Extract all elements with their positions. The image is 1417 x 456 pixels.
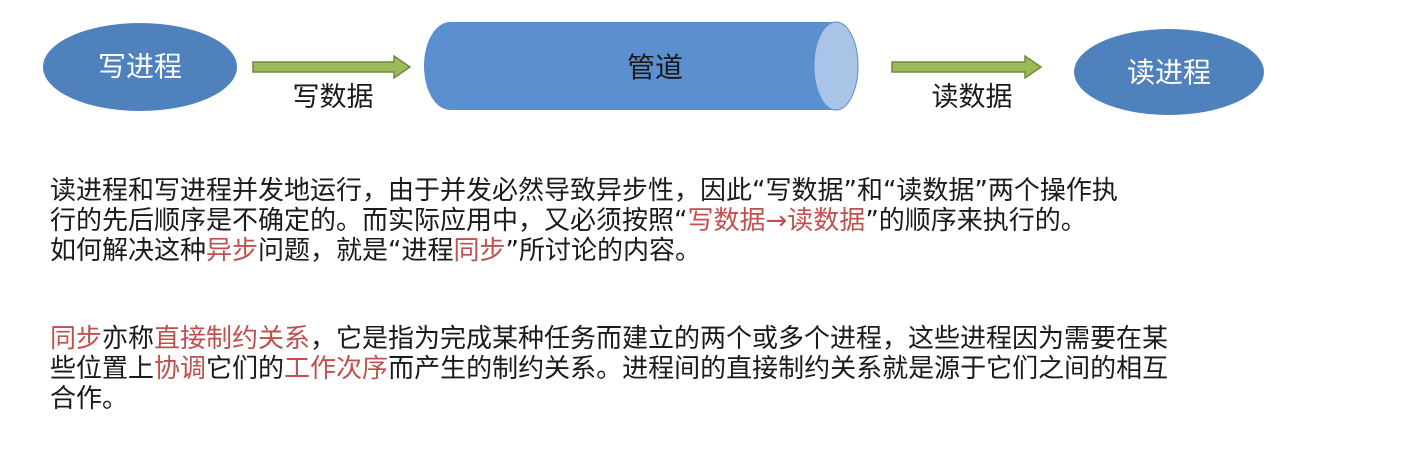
highlight-sync: 同步 (453, 236, 506, 266)
highlight-async: 异步 (206, 236, 259, 266)
highlight-work-order: 工作次序 (284, 354, 389, 384)
highlight-coordinate: 协调 (154, 354, 207, 384)
paragraph-sync-definition: 同步亦称直接制约关系，它是指为完成某种任务而建立的两个或多个进程，这些进程因为需… (50, 324, 1169, 414)
highlight-read-data: 读数据 (787, 206, 866, 236)
arrow-glyph: → (765, 206, 788, 236)
pipe-communication-diagram: 写进程 写数据 管道 读数据 读进程 (43, 21, 1264, 115)
paragraph1-line3: 如何解决这种异步问题，就是“进程同步”所讨论的内容。 (50, 236, 702, 266)
paragraph1-line2: 行的先后顺序是不确定的。而实际应用中，又必须按照“写数据→读数据”的顺序来执行的… (50, 206, 1087, 236)
read-data-label: 读数据 (932, 82, 1013, 113)
write-data-label: 写数据 (293, 82, 374, 113)
pipe-label: 管道 (627, 51, 683, 84)
highlight-write-data: 写数据 (687, 206, 766, 236)
write-arrow (252, 54, 412, 80)
highlight-direct-constraint: 直接制约关系 (154, 324, 311, 354)
paragraph-async: 读进程和写进程并发地运行，由于并发必然导致异步性，因此“写数据”和“读数据”两个… (50, 176, 1380, 266)
pipe-end (813, 21, 859, 111)
read-arrow (891, 54, 1043, 80)
highlight-sync-term: 同步 (50, 324, 103, 354)
read-process-label: 读进程 (1127, 56, 1211, 89)
paragraph1-line1: 读进程和写进程并发地运行，由于并发必然导致异步性，因此“写数据”和“读数据”两个… (50, 176, 1118, 206)
write-process-label: 写进程 (98, 50, 182, 83)
